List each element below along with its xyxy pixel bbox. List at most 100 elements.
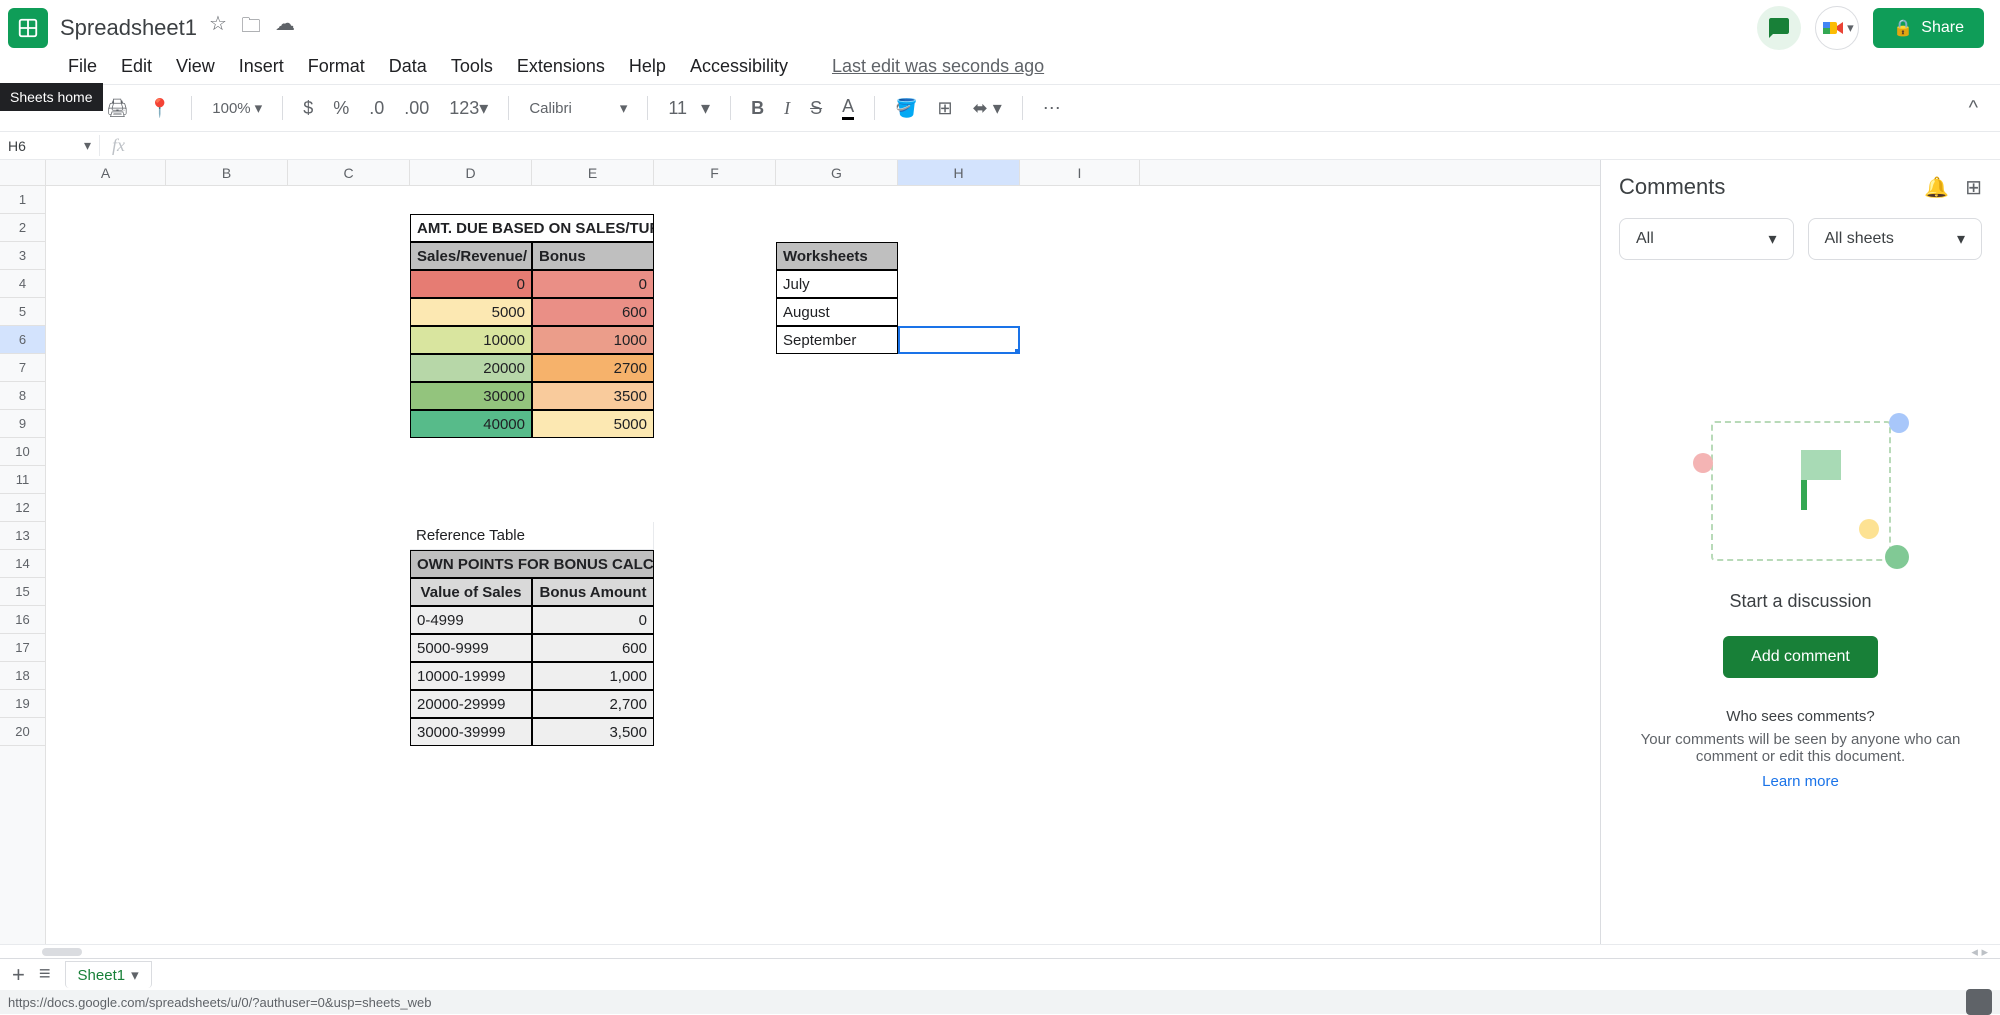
- cell[interactable]: 600: [532, 634, 654, 662]
- menu-data[interactable]: Data: [389, 56, 427, 77]
- cell[interactable]: Worksheets: [776, 242, 898, 270]
- more-toolbar-icon[interactable]: ⋯: [1037, 94, 1067, 123]
- merge-cells-icon[interactable]: ⬌ ▾: [967, 94, 1008, 123]
- row-header-16[interactable]: 16: [0, 606, 45, 634]
- meet-button[interactable]: ▾: [1815, 6, 1859, 50]
- row-header-7[interactable]: 7: [0, 354, 45, 382]
- col-header-G[interactable]: G: [776, 160, 898, 185]
- select-all-corner[interactable]: [0, 160, 46, 185]
- col-header-H[interactable]: H: [898, 160, 1020, 185]
- star-icon[interactable]: ☆: [209, 11, 227, 45]
- cell[interactable]: Reference Table: [410, 522, 654, 550]
- row-header-8[interactable]: 8: [0, 382, 45, 410]
- menu-edit[interactable]: Edit: [121, 56, 152, 77]
- col-header-I[interactable]: I: [1020, 160, 1140, 185]
- cell[interactable]: AMT. DUE BASED ON SALES/TURNOVER: [410, 214, 654, 242]
- text-color-icon[interactable]: A: [836, 92, 860, 124]
- menu-view[interactable]: View: [176, 56, 215, 77]
- selected-cell[interactable]: [898, 326, 1020, 354]
- cell[interactable]: 20000-29999: [410, 690, 532, 718]
- row-header-6[interactable]: 6: [0, 326, 45, 354]
- borders-icon[interactable]: ⊞: [932, 94, 959, 123]
- cell[interactable]: 0-4999: [410, 606, 532, 634]
- cell[interactable]: 30000: [410, 382, 532, 410]
- spreadsheet-grid[interactable]: ABCDEFGHI 123456789101112131415161718192…: [0, 160, 1600, 944]
- cell[interactable]: September: [776, 326, 898, 354]
- font-select[interactable]: Calibri▾: [523, 95, 633, 121]
- strikethrough-icon[interactable]: S: [804, 94, 828, 123]
- explore-button[interactable]: [1966, 989, 1992, 1015]
- cell[interactable]: 0: [532, 606, 654, 634]
- last-edit-link[interactable]: Last edit was seconds ago: [832, 56, 1044, 77]
- cell[interactable]: OWN POINTS FOR BONUS CALCULATION: [410, 550, 654, 578]
- collapse-toolbar-icon[interactable]: ^: [1969, 97, 1978, 120]
- cell[interactable]: 10000-19999: [410, 662, 532, 690]
- currency-icon[interactable]: $: [297, 94, 319, 123]
- row-header-15[interactable]: 15: [0, 578, 45, 606]
- italic-icon[interactable]: I: [778, 94, 796, 123]
- horizontal-scrollbar[interactable]: ◂ ▸: [0, 944, 2000, 958]
- row-header-14[interactable]: 14: [0, 550, 45, 578]
- cell[interactable]: 3500: [532, 382, 654, 410]
- share-button[interactable]: 🔒 Share: [1873, 8, 1984, 48]
- learn-more-link[interactable]: Learn more: [1619, 773, 1982, 790]
- cell[interactable]: 10000: [410, 326, 532, 354]
- cell[interactable]: Bonus Amount: [532, 578, 654, 606]
- sheets-logo[interactable]: [8, 8, 48, 48]
- decrease-decimal-icon[interactable]: .0: [363, 94, 390, 123]
- col-header-A[interactable]: A: [46, 160, 166, 185]
- comment-history-button[interactable]: [1757, 6, 1801, 50]
- col-header-D[interactable]: D: [410, 160, 532, 185]
- add-sheet-icon[interactable]: +: [12, 962, 25, 988]
- cell[interactable]: 2,700: [532, 690, 654, 718]
- row-header-4[interactable]: 4: [0, 270, 45, 298]
- row-header-19[interactable]: 19: [0, 690, 45, 718]
- cell[interactable]: 0: [532, 270, 654, 298]
- menu-accessibility[interactable]: Accessibility: [690, 56, 788, 77]
- row-header-5[interactable]: 5: [0, 298, 45, 326]
- cell[interactable]: Sales/Revenue/: [410, 242, 532, 270]
- cell[interactable]: 3,500: [532, 718, 654, 746]
- filter-all-select[interactable]: All▾: [1619, 218, 1794, 260]
- cell[interactable]: Value of Sales: [410, 578, 532, 606]
- cell[interactable]: August: [776, 298, 898, 326]
- all-sheets-icon[interactable]: ≡: [39, 963, 51, 986]
- row-header-18[interactable]: 18: [0, 662, 45, 690]
- paint-format-icon[interactable]: 📍: [143, 94, 177, 123]
- name-box[interactable]: H6▾: [0, 135, 100, 156]
- row-header-20[interactable]: 20: [0, 718, 45, 746]
- cell[interactable]: 1000: [532, 326, 654, 354]
- cell[interactable]: 5000: [532, 410, 654, 438]
- row-header-9[interactable]: 9: [0, 410, 45, 438]
- row-header-17[interactable]: 17: [0, 634, 45, 662]
- increase-decimal-icon[interactable]: .00: [398, 94, 435, 123]
- filter-sheets-select[interactable]: All sheets▾: [1808, 218, 1983, 260]
- cell[interactable]: 5000: [410, 298, 532, 326]
- col-header-B[interactable]: B: [166, 160, 288, 185]
- row-header-2[interactable]: 2: [0, 214, 45, 242]
- row-header-11[interactable]: 11: [0, 466, 45, 494]
- cell[interactable]: July: [776, 270, 898, 298]
- add-comment-icon[interactable]: ⊞: [1965, 175, 1982, 200]
- more-formats-icon[interactable]: 123▾: [443, 94, 494, 123]
- zoom-select[interactable]: 100% ▾: [206, 95, 268, 121]
- fill-color-icon[interactable]: 🪣: [889, 94, 923, 123]
- notifications-icon[interactable]: 🔔: [1924, 175, 1949, 200]
- col-header-C[interactable]: C: [288, 160, 410, 185]
- cell[interactable]: 0: [410, 270, 532, 298]
- cell[interactable]: 1,000: [532, 662, 654, 690]
- row-header-1[interactable]: 1: [0, 186, 45, 214]
- sheet-tab-1[interactable]: Sheet1▾: [65, 961, 152, 988]
- menu-tools[interactable]: Tools: [451, 56, 493, 77]
- add-comment-button[interactable]: Add comment: [1723, 636, 1878, 678]
- row-header-12[interactable]: 12: [0, 494, 45, 522]
- cell[interactable]: 40000: [410, 410, 532, 438]
- font-size-select[interactable]: 11 ▾: [662, 94, 716, 123]
- menu-help[interactable]: Help: [629, 56, 666, 77]
- row-header-3[interactable]: 3: [0, 242, 45, 270]
- cell[interactable]: Bonus: [532, 242, 654, 270]
- row-header-13[interactable]: 13: [0, 522, 45, 550]
- menu-file[interactable]: File: [68, 56, 97, 77]
- row-header-10[interactable]: 10: [0, 438, 45, 466]
- menu-insert[interactable]: Insert: [239, 56, 284, 77]
